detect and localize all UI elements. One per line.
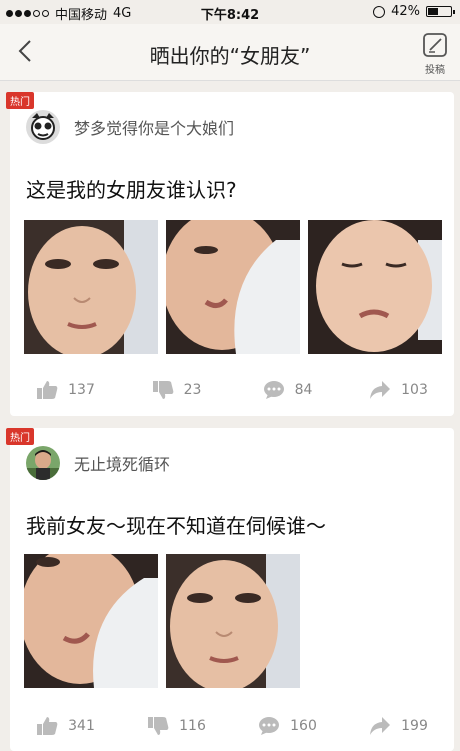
dislike-button[interactable]: 23 bbox=[121, 380, 232, 400]
share-icon bbox=[370, 717, 391, 735]
comment-button[interactable]: 160 bbox=[232, 716, 343, 736]
share-button[interactable]: 199 bbox=[343, 716, 454, 736]
dislike-count: 116 bbox=[179, 718, 206, 734]
battery-icon bbox=[426, 6, 455, 17]
thumbs-up-icon bbox=[37, 381, 58, 399]
submit-post-button[interactable]: 投稿 bbox=[420, 32, 450, 76]
battery-info: 42% bbox=[373, 4, 455, 19]
share-count: 199 bbox=[401, 718, 428, 734]
post-label: 投稿 bbox=[425, 65, 445, 76]
page-title: 晒出你的“女朋友” bbox=[149, 44, 311, 68]
status-bar: 中国移动 4G 下午8:42 42% bbox=[0, 0, 460, 24]
post-photo[interactable] bbox=[24, 554, 158, 688]
thumbs-up-icon bbox=[37, 717, 58, 735]
post-photo[interactable] bbox=[24, 220, 158, 354]
like-count: 341 bbox=[68, 718, 95, 734]
photo-grid bbox=[24, 220, 442, 354]
avatar[interactable] bbox=[26, 446, 60, 480]
post-author[interactable]: 梦多觉得你是个大娘们 bbox=[26, 110, 234, 144]
share-button[interactable]: 103 bbox=[343, 380, 454, 400]
like-button[interactable]: 137 bbox=[10, 380, 121, 400]
share-count: 103 bbox=[401, 382, 428, 398]
post-author[interactable]: 无止境死循环 bbox=[26, 446, 170, 480]
post-actions: 341 116 160 199 bbox=[10, 716, 454, 736]
like-count: 137 bbox=[68, 382, 95, 398]
username[interactable]: 梦多觉得你是个大娘们 bbox=[74, 115, 234, 139]
comment-icon bbox=[263, 381, 284, 399]
post-card[interactable]: 热门 无止境死循环 我前女友～现在不知道在伺候谁～ 341 116 160 19… bbox=[6, 428, 454, 751]
post-photo[interactable] bbox=[166, 554, 300, 688]
battery-percent: 42% bbox=[391, 4, 420, 19]
avatar[interactable] bbox=[26, 110, 60, 144]
rotation-lock-icon bbox=[373, 5, 386, 18]
post-photo[interactable] bbox=[166, 220, 300, 354]
thumbs-down-icon bbox=[152, 381, 173, 399]
comment-count: 160 bbox=[290, 718, 317, 734]
post-text: 我前女友～现在不知道在伺候谁～ bbox=[26, 514, 326, 538]
dislike-count: 23 bbox=[183, 382, 202, 398]
like-button[interactable]: 341 bbox=[10, 716, 121, 736]
thumbs-down-icon bbox=[148, 717, 169, 735]
dislike-button[interactable]: 116 bbox=[121, 716, 232, 736]
photo-grid bbox=[24, 554, 300, 688]
post-card[interactable]: 热门 梦多觉得你是个大娘们 这是我的女朋友谁认识? 137 23 84 103 bbox=[6, 92, 454, 416]
comment-count: 84 bbox=[294, 382, 313, 398]
post-text: 这是我的女朋友谁认识? bbox=[26, 178, 237, 202]
comment-icon bbox=[259, 717, 280, 735]
post-photo[interactable] bbox=[308, 220, 442, 354]
share-icon bbox=[370, 381, 391, 399]
nav-bar: 晒出你的“女朋友” 投稿 bbox=[0, 24, 460, 81]
edit-icon bbox=[423, 33, 447, 57]
hot-badge: 热门 bbox=[6, 428, 34, 445]
post-actions: 137 23 84 103 bbox=[10, 380, 454, 400]
hot-badge: 热门 bbox=[6, 92, 34, 109]
username[interactable]: 无止境死循环 bbox=[74, 451, 170, 475]
comment-button[interactable]: 84 bbox=[232, 380, 343, 400]
